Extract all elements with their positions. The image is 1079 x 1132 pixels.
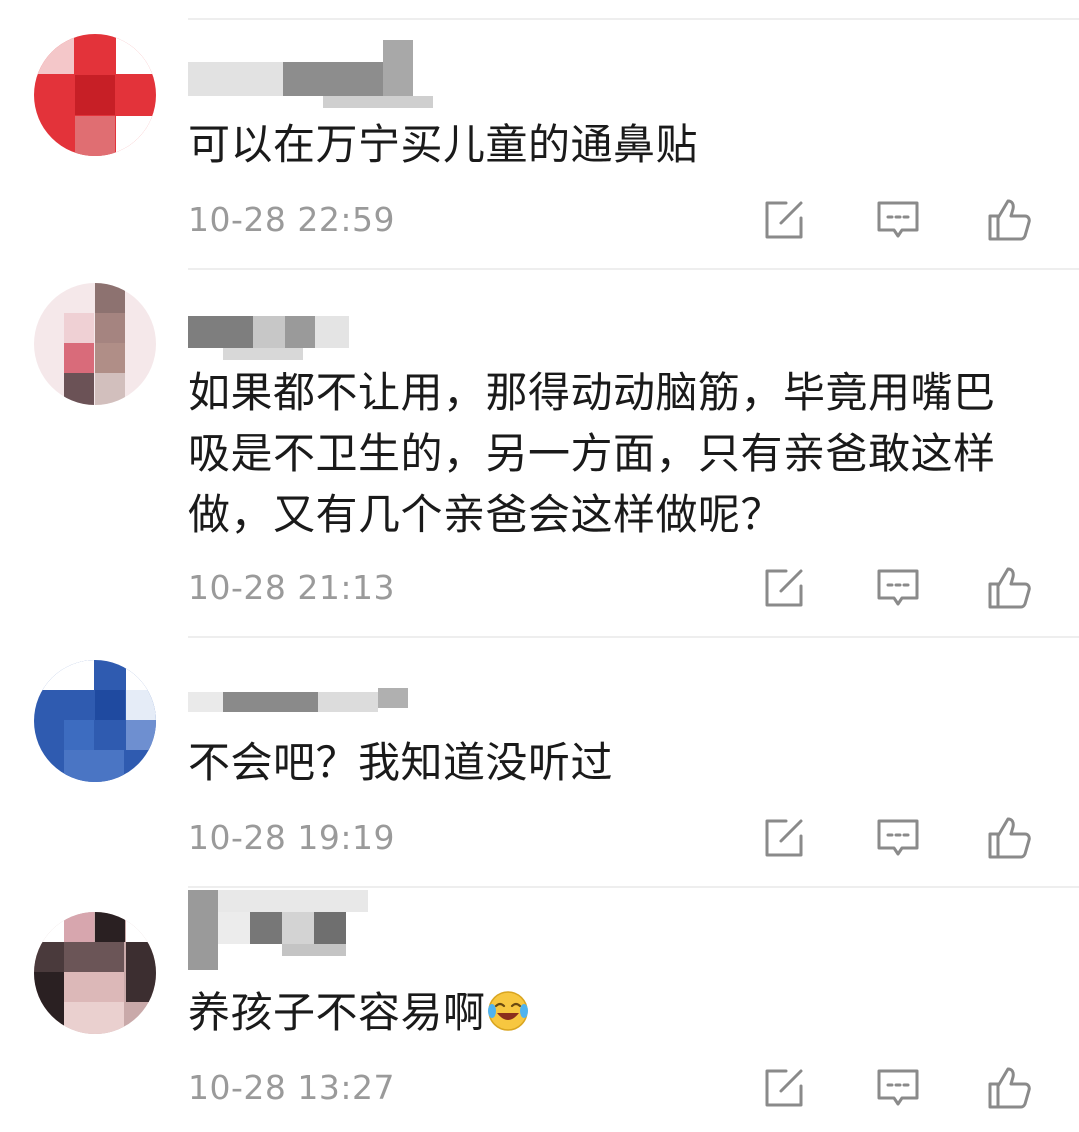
comment-icon[interactable]: [874, 564, 922, 612]
edit-icon[interactable]: [760, 564, 808, 612]
divider: [188, 268, 1079, 270]
comment-time: 10-28 21:13: [188, 568, 395, 607]
edit-icon[interactable]: [760, 196, 808, 244]
comment-text: 养孩子不容易啊: [188, 982, 1038, 1043]
comment-text-content: 养孩子不容易啊: [188, 988, 486, 1037]
comment-icon[interactable]: [874, 814, 922, 862]
thumbs-up-icon[interactable]: [986, 196, 1034, 244]
comment-text: 不会吧？我知道没听过: [188, 738, 614, 787]
thumbs-up-icon[interactable]: [986, 814, 1034, 862]
comment-time: 10-28 13:27: [188, 1068, 395, 1107]
thumbs-up-icon[interactable]: [986, 564, 1034, 612]
comment-icon[interactable]: [874, 1064, 922, 1112]
comment-text: 如果都不让用，那得动动脑筋，毕竟用嘴巴 吸是不卫生的，另一方面，只有亲爸敢这样 …: [188, 368, 996, 539]
comment-time: 10-28 19:19: [188, 818, 395, 857]
crying-laughing-emoji: [487, 991, 528, 1031]
avatar[interactable]: [34, 912, 156, 1034]
divider: [188, 18, 1079, 20]
avatar[interactable]: [34, 283, 156, 405]
comment-text: 可以在万宁买儿童的通鼻贴: [188, 120, 699, 169]
edit-icon[interactable]: [760, 1064, 808, 1112]
avatar[interactable]: [34, 34, 156, 156]
divider: [188, 636, 1079, 638]
avatar[interactable]: [34, 660, 156, 782]
comment-time: 10-28 22:59: [188, 200, 395, 239]
comment-icon[interactable]: [874, 196, 922, 244]
divider: [188, 886, 1079, 888]
thumbs-up-icon[interactable]: [986, 1064, 1034, 1112]
edit-icon[interactable]: [760, 814, 808, 862]
